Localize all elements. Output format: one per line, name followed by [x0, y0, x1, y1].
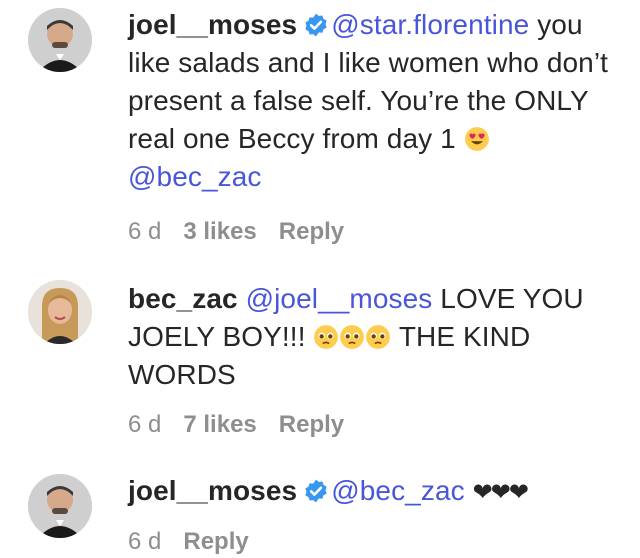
verified-badge-icon [305, 13, 327, 37]
reply-button[interactable]: Reply [279, 218, 344, 246]
mention-link[interactable]: @bec_zac [128, 161, 262, 192]
pleading-face-emoji [366, 325, 391, 349]
comment-meta: 6 d Reply [128, 528, 249, 556]
reply-button[interactable]: Reply [279, 411, 344, 439]
comment-time: 6 d [128, 411, 162, 438]
likes-count[interactable]: 7 likes [183, 411, 256, 439]
heart-eyes-emoji [464, 127, 489, 151]
comment-username[interactable]: bec_zac [128, 283, 238, 314]
reply-button[interactable]: Reply [183, 528, 248, 556]
avatar[interactable] [28, 280, 92, 344]
verified-badge-icon [305, 479, 327, 503]
mention-link[interactable]: @star.florentine [331, 9, 529, 40]
comment-username[interactable]: joel__moses [128, 475, 297, 506]
likes-count[interactable]: 3 likes [183, 218, 256, 246]
mention-link[interactable]: @bec_zac [331, 475, 465, 506]
pleading-face-emoji [314, 325, 339, 349]
comment-text: joel__moses @bec_zac ❤❤❤ [128, 472, 628, 512]
comment-time: 6 d [128, 218, 162, 245]
avatar[interactable] [28, 474, 92, 538]
mention-link[interactable]: @joel__moses [246, 283, 433, 314]
comment-username[interactable]: joel__moses [128, 9, 297, 40]
comment-time: 6 d [128, 528, 162, 555]
avatar[interactable] [28, 8, 92, 72]
comment-text: bec_zac @joel__moses LOVE YOU JOELY BOY!… [128, 280, 628, 394]
comment-text: joel__moses @star.florentine you like sal… [128, 6, 628, 196]
comment-meta: 6 d 3 likes Reply [128, 218, 344, 246]
pleading-face-emoji [340, 325, 365, 349]
hearts-emoji: ❤❤❤ [472, 479, 529, 506]
comment-meta: 6 d 7 likes Reply [128, 411, 344, 439]
